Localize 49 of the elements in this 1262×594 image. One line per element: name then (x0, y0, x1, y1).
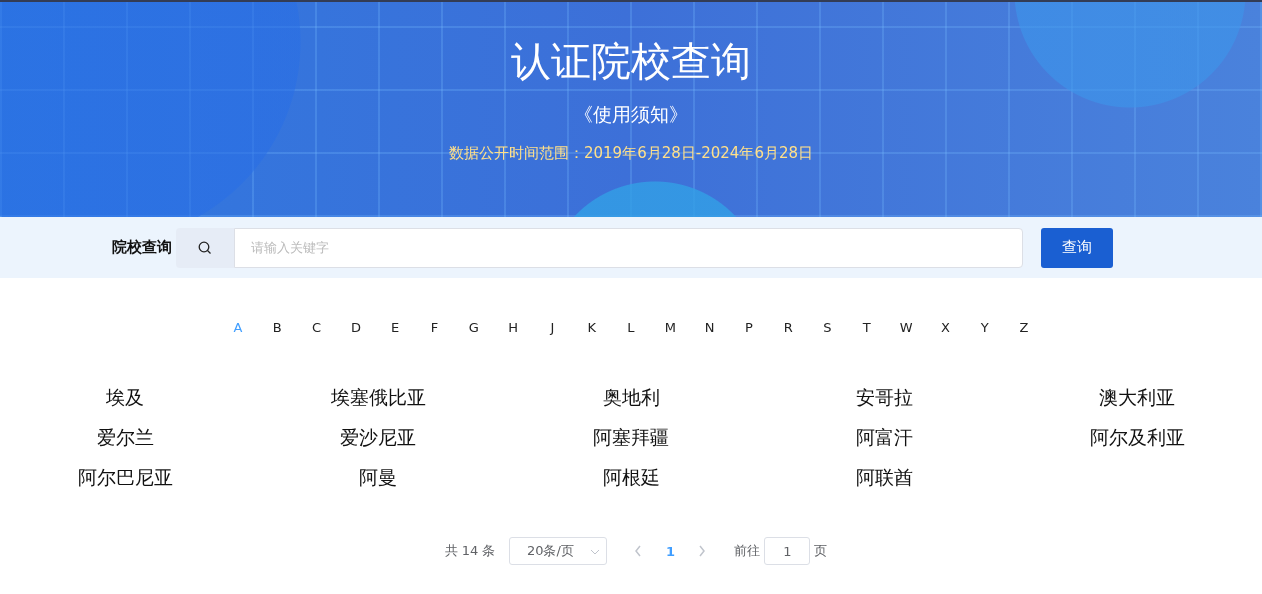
goto-page-input[interactable]: 1 (764, 537, 811, 565)
letter-filter[interactable]: Z (1004, 320, 1044, 335)
country-link[interactable]: 阿曼 (251, 465, 505, 489)
country-link[interactable]: 阿根廷 (504, 465, 758, 489)
letter-filter[interactable]: G (454, 320, 494, 335)
search-label: 院校查询 (112, 238, 173, 257)
chevron-down-icon (590, 549, 601, 555)
letter-filter[interactable]: S (807, 320, 848, 335)
country-link[interactable]: 澳大利亚 (1010, 385, 1262, 409)
country-link[interactable]: 阿富汗 (757, 425, 1011, 449)
country-link[interactable]: 阿联酋 (757, 465, 1011, 489)
page-suffix: 页 (814, 542, 828, 560)
letter-filter[interactable]: C (296, 320, 337, 335)
country-link[interactable]: 阿尔巴尼亚 (0, 465, 252, 489)
letter-filter[interactable]: R (768, 320, 808, 335)
previous-page-icon[interactable] (634, 545, 643, 557)
total-count: 共 14 条 (444, 542, 496, 560)
letter-filter[interactable]: B (257, 320, 297, 335)
country-link[interactable]: 阿尔及利亚 (1010, 425, 1262, 449)
letter-filter[interactable]: W (886, 320, 926, 335)
search-icon (198, 240, 212, 255)
letter-filter[interactable]: J (532, 320, 573, 335)
country-link[interactable]: 爱沙尼亚 (251, 425, 505, 449)
usage-notice-link[interactable]: 《使用须知》 (574, 102, 688, 128)
country-link[interactable]: 安哥拉 (757, 385, 1011, 409)
letter-filter[interactable]: H (493, 320, 533, 335)
search-input[interactable]: 请输入关键字 (234, 227, 1023, 268)
country-link[interactable]: 埃塞俄比亚 (251, 385, 505, 409)
letter-filter[interactable]: E (375, 320, 415, 335)
letter-filter[interactable]: K (572, 320, 612, 335)
letter-filter[interactable]: D (336, 320, 376, 335)
country-link[interactable]: 爱尔兰 (0, 425, 252, 449)
page-size-select[interactable]: 20条/页 (509, 537, 608, 565)
letter-filter[interactable]: F (414, 320, 455, 335)
country-link[interactable]: 奥地利 (504, 385, 758, 409)
letter-filter[interactable]: X (925, 320, 965, 335)
letter-filter[interactable]: M (650, 320, 690, 335)
letter-filter[interactable]: L (611, 320, 651, 335)
letter-filter[interactable]: N (689, 320, 730, 335)
date-range-text: 数据公开时间范围：2019年6月28日-2024年6月28日 (449, 144, 813, 163)
letter-filter[interactable]: T (847, 320, 887, 335)
next-page-icon[interactable] (698, 545, 707, 557)
goto-label: 前往 (734, 542, 761, 560)
country-link[interactable]: 埃及 (0, 385, 252, 409)
search-button[interactable]: 查询 (1041, 227, 1113, 268)
letter-filter[interactable]: Y (965, 320, 1005, 335)
page-title: 认证院校查询 (511, 37, 751, 86)
country-link[interactable]: 阿塞拜疆 (504, 425, 758, 449)
letter-filter[interactable]: P (729, 320, 769, 335)
